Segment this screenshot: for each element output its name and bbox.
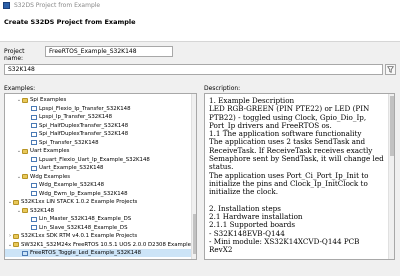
folder-icon — [22, 97, 28, 103]
tree-folder[interactable]: ⌄ Spi Examples — [5, 96, 191, 104]
project-icon — [31, 191, 37, 196]
folder-icon — [22, 208, 28, 213]
tree-folder[interactable]: ⌄ S32K148 — [5, 207, 191, 215]
folder-icon — [13, 199, 19, 205]
app-icon — [3, 1, 10, 9]
description-label: Description: — [204, 85, 241, 92]
tree-item-label: Lpspi_Ip_Transfer_S32K148 — [39, 114, 113, 120]
tree-item[interactable]: Lin_Master_S32K148_Example_DS — [5, 215, 191, 223]
project-icon — [31, 131, 37, 137]
description-panel: 1. Example Description LED RGB-GREEN (PIN… — [204, 93, 395, 260]
project-name-label: Project name: — [4, 48, 25, 62]
tree-item-label: S32K1xx LIN STACK 1.0.2 Example Projects — [21, 199, 138, 205]
tree-item[interactable]: Uart_Example_S32K148 — [5, 164, 191, 172]
tree-folder[interactable]: › S32K1xx SDK RTM v4.0.1 Example Projects — [5, 232, 191, 240]
folder-icon — [12, 242, 19, 247]
project-name-input[interactable]: FreeRTOS_Example_S32K148 — [45, 46, 173, 57]
tree-item-label: Uart Examples — [30, 148, 70, 154]
description-text: 1. Example Description LED RGB-GREEN (PIN… — [209, 96, 385, 255]
tree-scrollbar[interactable] — [191, 94, 196, 259]
description-scrollbar[interactable] — [388, 94, 394, 259]
tree-item-label: Uart_Example_S32K148 — [39, 165, 104, 171]
page-title: Create S32DS Project from Example — [4, 18, 136, 26]
tree-item-label: Spi_Transfer_S32K148 — [39, 139, 99, 146]
project-name-row: Project name: — [4, 48, 44, 62]
description-line: LED RGB-GREEN (PIN PTE22) or LED (PIN PT… — [209, 104, 370, 130]
filter-input[interactable]: S32K148 — [4, 64, 383, 75]
tree-item-label: S32K1xx SDK RTM v4.0.1 Example Projects — [21, 233, 138, 239]
tree-folder[interactable]: ⌄ S32K1xx LIN STACK 1.0.2 Example Project… — [5, 198, 191, 206]
tree-item-label: Wdg_Ewm_Ip_Example_S32K148 — [39, 190, 128, 197]
tree-item-label: SW32K1_S32M24x FreeRTOS 10.5.1 UOS 2.0.0… — [20, 241, 191, 248]
project-icon — [22, 250, 28, 256]
description-line: The application uses 2 tasks SendTask an… — [209, 137, 384, 172]
tree-item[interactable]: Lpspi_Ip_Transfer_S32K148 — [5, 113, 191, 121]
project-icon — [31, 123, 37, 128]
tree-item-label: Wdg Examples — [30, 173, 71, 180]
tree-item[interactable]: FreeRTOS_Toggle_Led_Example_S32K148 — [5, 249, 191, 257]
folder-icon — [13, 233, 19, 239]
tree-item[interactable]: Spi_Transfer_S32K148 — [5, 139, 191, 147]
window-title: S32DS Project from Example — [14, 1, 101, 9]
tree-item[interactable]: Spi_HalfDuplexTransfer_S32K148 — [5, 122, 191, 130]
tree-scrollbar-thumb[interactable] — [193, 214, 196, 254]
tree-item-label: S32K148 — [30, 207, 55, 214]
project-icon — [31, 106, 37, 111]
tree-item-label: Spi Examples — [30, 97, 67, 103]
tree-item-label: Spi_HalfDuplexTransfer_S32K148 — [39, 131, 129, 137]
tree-folder[interactable]: ⌄ SW32K1_S32M24x FreeRTOS 10.5.1 UOS 2.0.… — [5, 241, 191, 249]
project-icon — [31, 157, 37, 162]
tree-item[interactable]: Lpuart_Flexio_Uart_Ip_Example_S32K148 — [5, 156, 191, 164]
tree-item[interactable]: Spi_HalfDuplexTransfer_S32K148 — [5, 130, 191, 138]
window-titlebar: S32DS Project from Example — [0, 0, 400, 10]
tree-item-label: Lpuart_Flexio_Uart_Ip_Example_S32K148 — [39, 156, 150, 163]
tree-item[interactable]: Lin_Slave_S32K148_Example_DS — [5, 224, 191, 232]
button-bar — [0, 264, 400, 276]
project-icon — [31, 140, 37, 145]
tree-item[interactable]: Lpspi_Flexio_Ip_Transfer_S32K148 — [5, 105, 191, 113]
project-name-value: FreeRTOS_Example_S32K148 — [49, 48, 137, 55]
folder-icon — [22, 148, 28, 154]
tree-folder[interactable]: ⌄ Uart Examples — [5, 147, 191, 155]
project-icon — [31, 225, 37, 230]
tree-item-label: Wdg_Example_S32K148 — [39, 182, 105, 188]
description-scrollbar-thumb[interactable] — [390, 96, 394, 156]
project-icon — [31, 216, 37, 222]
tree-item-label: Lin_Slave_S32K148_Example_DS — [39, 224, 128, 231]
folder-icon — [22, 174, 28, 179]
project-icon — [31, 182, 37, 188]
project-icon — [31, 165, 37, 171]
wizard-header: Create S32DS Project from Example — [0, 10, 400, 42]
tree-item-label: Spi_HalfDuplexTransfer_S32K148 — [39, 122, 129, 129]
filter-value: S32K148 — [8, 66, 35, 73]
tree-item[interactable]: Wdg_Example_S32K148 — [5, 181, 191, 189]
tree-folder[interactable]: ⌄ Wdg Examples — [5, 173, 191, 181]
filter-button[interactable] — [385, 64, 396, 75]
project-icon — [31, 114, 37, 120]
tree-item-label: Lpspi_Flexio_Ip_Transfer_S32K148 — [39, 105, 131, 112]
tree-item[interactable]: Wdg_Ewm_Ip_Example_S32K148 — [5, 190, 191, 198]
description-line: The application uses Port_Ci_Port_Ip_Ini… — [209, 170, 369, 197]
filter-icon — [387, 66, 394, 73]
tree-item-label: FreeRTOS_Toggle_Led_Example_S32K148 — [30, 250, 141, 256]
tree-item-label: Lin_Master_S32K148_Example_DS — [39, 216, 132, 222]
examples-label: Examples: — [4, 85, 36, 92]
description-line: - Mini module: XS32K14XCVD-Q144 PCB RevX… — [209, 237, 360, 255]
examples-tree[interactable]: ⌄ Spi Examples Lpspi_Flexio_Ip_Transfer_S3… — [4, 93, 197, 260]
